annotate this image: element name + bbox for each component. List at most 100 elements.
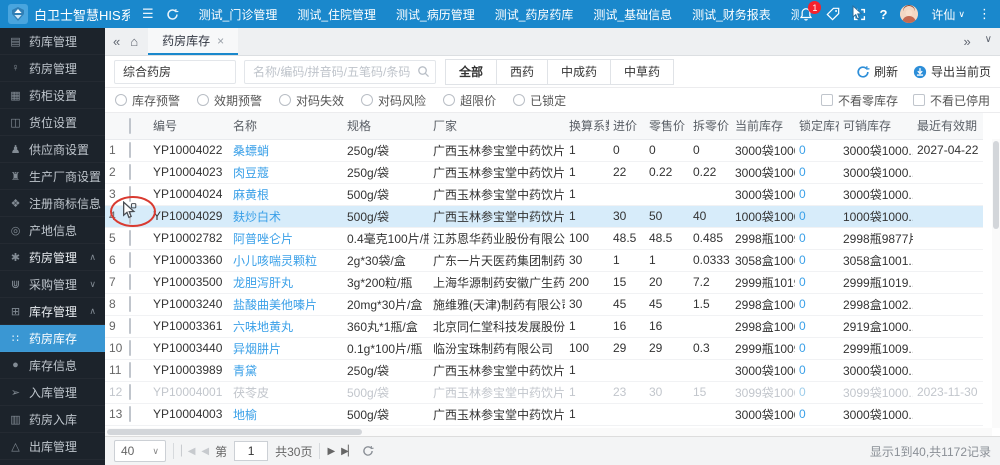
page-last-button[interactable]: ▶▏ <box>341 446 354 457</box>
cell-name[interactable]: 异烟肼片 <box>229 337 343 359</box>
horizontal-scrollbar[interactable] <box>105 428 992 436</box>
column-header[interactable]: 拆零价 <box>689 113 731 139</box>
cell-name[interactable]: 肉豆蔻 <box>229 161 343 183</box>
filter-radio[interactable]: 库存预警 <box>115 92 180 109</box>
row-checkbox[interactable] <box>129 230 131 246</box>
user-menu[interactable]: 许仙 ∨ <box>931 6 965 23</box>
sidebar-item[interactable]: ✱药房管理∧ <box>0 244 105 271</box>
row-checkbox[interactable] <box>129 142 131 158</box>
column-header[interactable]: 换算系数 <box>565 113 609 139</box>
sidebar-item[interactable]: ∷药房库存 <box>0 325 105 352</box>
cell-locked-stock[interactable]: 0 <box>795 227 839 249</box>
filter-checkbox[interactable]: 不看已停用 <box>913 92 990 109</box>
sidebar-item[interactable]: ❖注册商标信息 <box>0 190 105 217</box>
sidebar-item[interactable]: ♜生产厂商设置 <box>0 163 105 190</box>
horizontal-scrollbar-thumb[interactable] <box>107 429 362 435</box>
filter-radio[interactable]: 对码风险 <box>361 92 426 109</box>
category-button[interactable]: 中成药 <box>547 59 611 85</box>
row-checkbox[interactable] <box>129 164 131 180</box>
cell-locked-stock[interactable]: 0 <box>795 381 839 403</box>
filter-radio[interactable]: 超限价 <box>443 92 496 109</box>
column-header[interactable]: 零售价 <box>645 113 689 139</box>
table-row[interactable]: 13YP10004003地榆500g/袋广西玉林参宝堂中药饮片有...13000… <box>105 403 983 425</box>
page-next-button[interactable]: ▶ <box>327 446 334 457</box>
cell-name[interactable]: 小儿咳喘灵颗粒 <box>229 249 343 271</box>
row-checkbox[interactable] <box>129 362 131 378</box>
column-header[interactable]: 进价 <box>609 113 645 139</box>
page-prev-button[interactable]: ◀ <box>201 446 208 457</box>
page-number-input[interactable] <box>234 441 268 461</box>
cell-locked-stock[interactable]: 0 <box>795 205 839 227</box>
chevrons-right-icon[interactable]: » <box>963 34 970 49</box>
refresh-button[interactable]: 刷新 <box>856 63 898 80</box>
cell-name[interactable]: 麻黄根 <box>229 183 343 205</box>
row-checkbox[interactable] <box>129 340 131 356</box>
topbar-module-tab[interactable]: 测试_财务报表 <box>692 6 771 23</box>
bell-icon[interactable]: 1 <box>799 7 813 21</box>
hamburger-icon[interactable]: ☰ <box>142 6 154 22</box>
sidebar-item[interactable]: ●库存信息 <box>0 352 105 379</box>
cell-name[interactable]: 桑螵蛸 <box>229 139 343 161</box>
table-row[interactable]: 11YP10003989青黛250g/袋广西玉林参宝堂中药饮片有...13000… <box>105 359 983 381</box>
topbar-module-tab[interactable]: 测试_物资管理 <box>791 6 800 23</box>
row-checkbox[interactable] <box>129 406 131 422</box>
cell-name[interactable]: 茯苓皮 <box>229 381 343 403</box>
topbar-module-tab[interactable]: 测试_门诊管理 <box>199 6 278 23</box>
cell-name[interactable]: 地榆 <box>229 403 343 425</box>
table-row[interactable]: 5YP10002782阿普唑仑片0.4毫克100片/瓶江苏恩华药业股份有限公司1… <box>105 227 983 249</box>
column-header[interactable]: 编号 <box>149 113 229 139</box>
cell-locked-stock[interactable]: 0 <box>795 315 839 337</box>
chevron-down-icon[interactable]: ∨ <box>985 34 992 49</box>
row-checkbox[interactable] <box>129 318 131 334</box>
column-header[interactable]: 可销库存 <box>839 113 913 139</box>
row-checkbox[interactable] <box>129 384 131 400</box>
vertical-scrollbar[interactable] <box>992 139 1000 428</box>
avatar[interactable] <box>900 5 918 23</box>
filter-checkbox[interactable]: 不看零库存 <box>821 92 898 109</box>
sidebar-item[interactable]: ◎产地信息 <box>0 217 105 244</box>
filter-radio[interactable]: 已锁定 <box>513 92 566 109</box>
vertical-scrollbar-thumb[interactable] <box>993 141 999 229</box>
cell-name[interactable]: 麸炒白术 <box>229 205 343 227</box>
column-header[interactable]: 规格 <box>343 113 429 139</box>
table-row[interactable]: 10YP10003440异烟肼片0.1g*100片/瓶临汾宝珠制药有限公司100… <box>105 337 983 359</box>
category-button[interactable]: 中草药 <box>610 59 674 85</box>
table-row[interactable]: 4YP10004029麸炒白术500g/袋广西玉林参宝堂中药饮片有...1305… <box>105 205 983 227</box>
reload-icon[interactable] <box>362 445 374 457</box>
cell-locked-stock[interactable]: 0 <box>795 249 839 271</box>
cell-name[interactable]: 盐酸曲美他嗪片 <box>229 293 343 315</box>
cell-locked-stock[interactable]: 0 <box>795 139 839 161</box>
sidebar-item[interactable]: ➢入库管理 <box>0 379 105 406</box>
chevrons-left-icon[interactable]: « <box>113 34 120 49</box>
sidebar-item[interactable]: ♀药房管理 <box>0 55 105 82</box>
row-checkbox[interactable] <box>129 252 131 268</box>
cell-locked-stock[interactable]: 0 <box>795 183 839 205</box>
sidebar-item[interactable]: ♟供应商设置 <box>0 136 105 163</box>
fullscreen-icon[interactable] <box>853 8 866 21</box>
row-checkbox[interactable] <box>129 296 131 312</box>
home-icon[interactable]: ⌂ <box>130 34 138 49</box>
table-row[interactable]: 12YP10004001茯苓皮500g/袋广西玉林参宝堂中药饮片有...1233… <box>105 381 983 403</box>
topbar-module-tab[interactable]: 测试_住院管理 <box>297 6 376 23</box>
table-row[interactable]: 3YP10004024麻黄根500g/袋广西玉林参宝堂中药饮片有...13000… <box>105 183 983 205</box>
row-checkbox[interactable] <box>129 274 131 290</box>
column-header[interactable]: 当前库存 <box>731 113 795 139</box>
refresh-icon[interactable] <box>166 8 179 21</box>
tab-pharmacy-stock[interactable]: 药房库存 × <box>148 28 238 55</box>
vertical-dots-icon[interactable]: ⋮ <box>978 6 992 22</box>
sidebar-item[interactable]: ▥药房入库 <box>0 406 105 433</box>
filter-radio[interactable]: 效期预警 <box>197 92 262 109</box>
cell-name[interactable]: 六味地黄丸 <box>229 315 343 337</box>
pharmacy-select[interactable]: 综合药房 <box>114 60 236 84</box>
cell-locked-stock[interactable]: 0 <box>795 271 839 293</box>
table-row[interactable]: 1YP10004022桑螵蛸250g/袋广西玉林参宝堂中药饮片有...10003… <box>105 139 983 161</box>
cell-locked-stock[interactable]: 0 <box>795 359 839 381</box>
column-header[interactable]: 厂家 <box>429 113 565 139</box>
table-row[interactable]: 2YP10004023肉豆蔻250g/袋广西玉林参宝堂中药饮片有...1220.… <box>105 161 983 183</box>
column-header[interactable]: 名称 <box>229 113 343 139</box>
table-row[interactable]: 9YP10003361六味地黄丸360丸*1瓶/盒北京同仁堂科技发展股份有...… <box>105 315 983 337</box>
row-checkbox[interactable] <box>129 186 131 202</box>
page-size-select[interactable]: 40 ∨ <box>114 440 166 462</box>
topbar-module-tab[interactable]: 测试_药房药库 <box>495 6 574 23</box>
sidebar-item[interactable]: ⋓采购管理∨ <box>0 271 105 298</box>
